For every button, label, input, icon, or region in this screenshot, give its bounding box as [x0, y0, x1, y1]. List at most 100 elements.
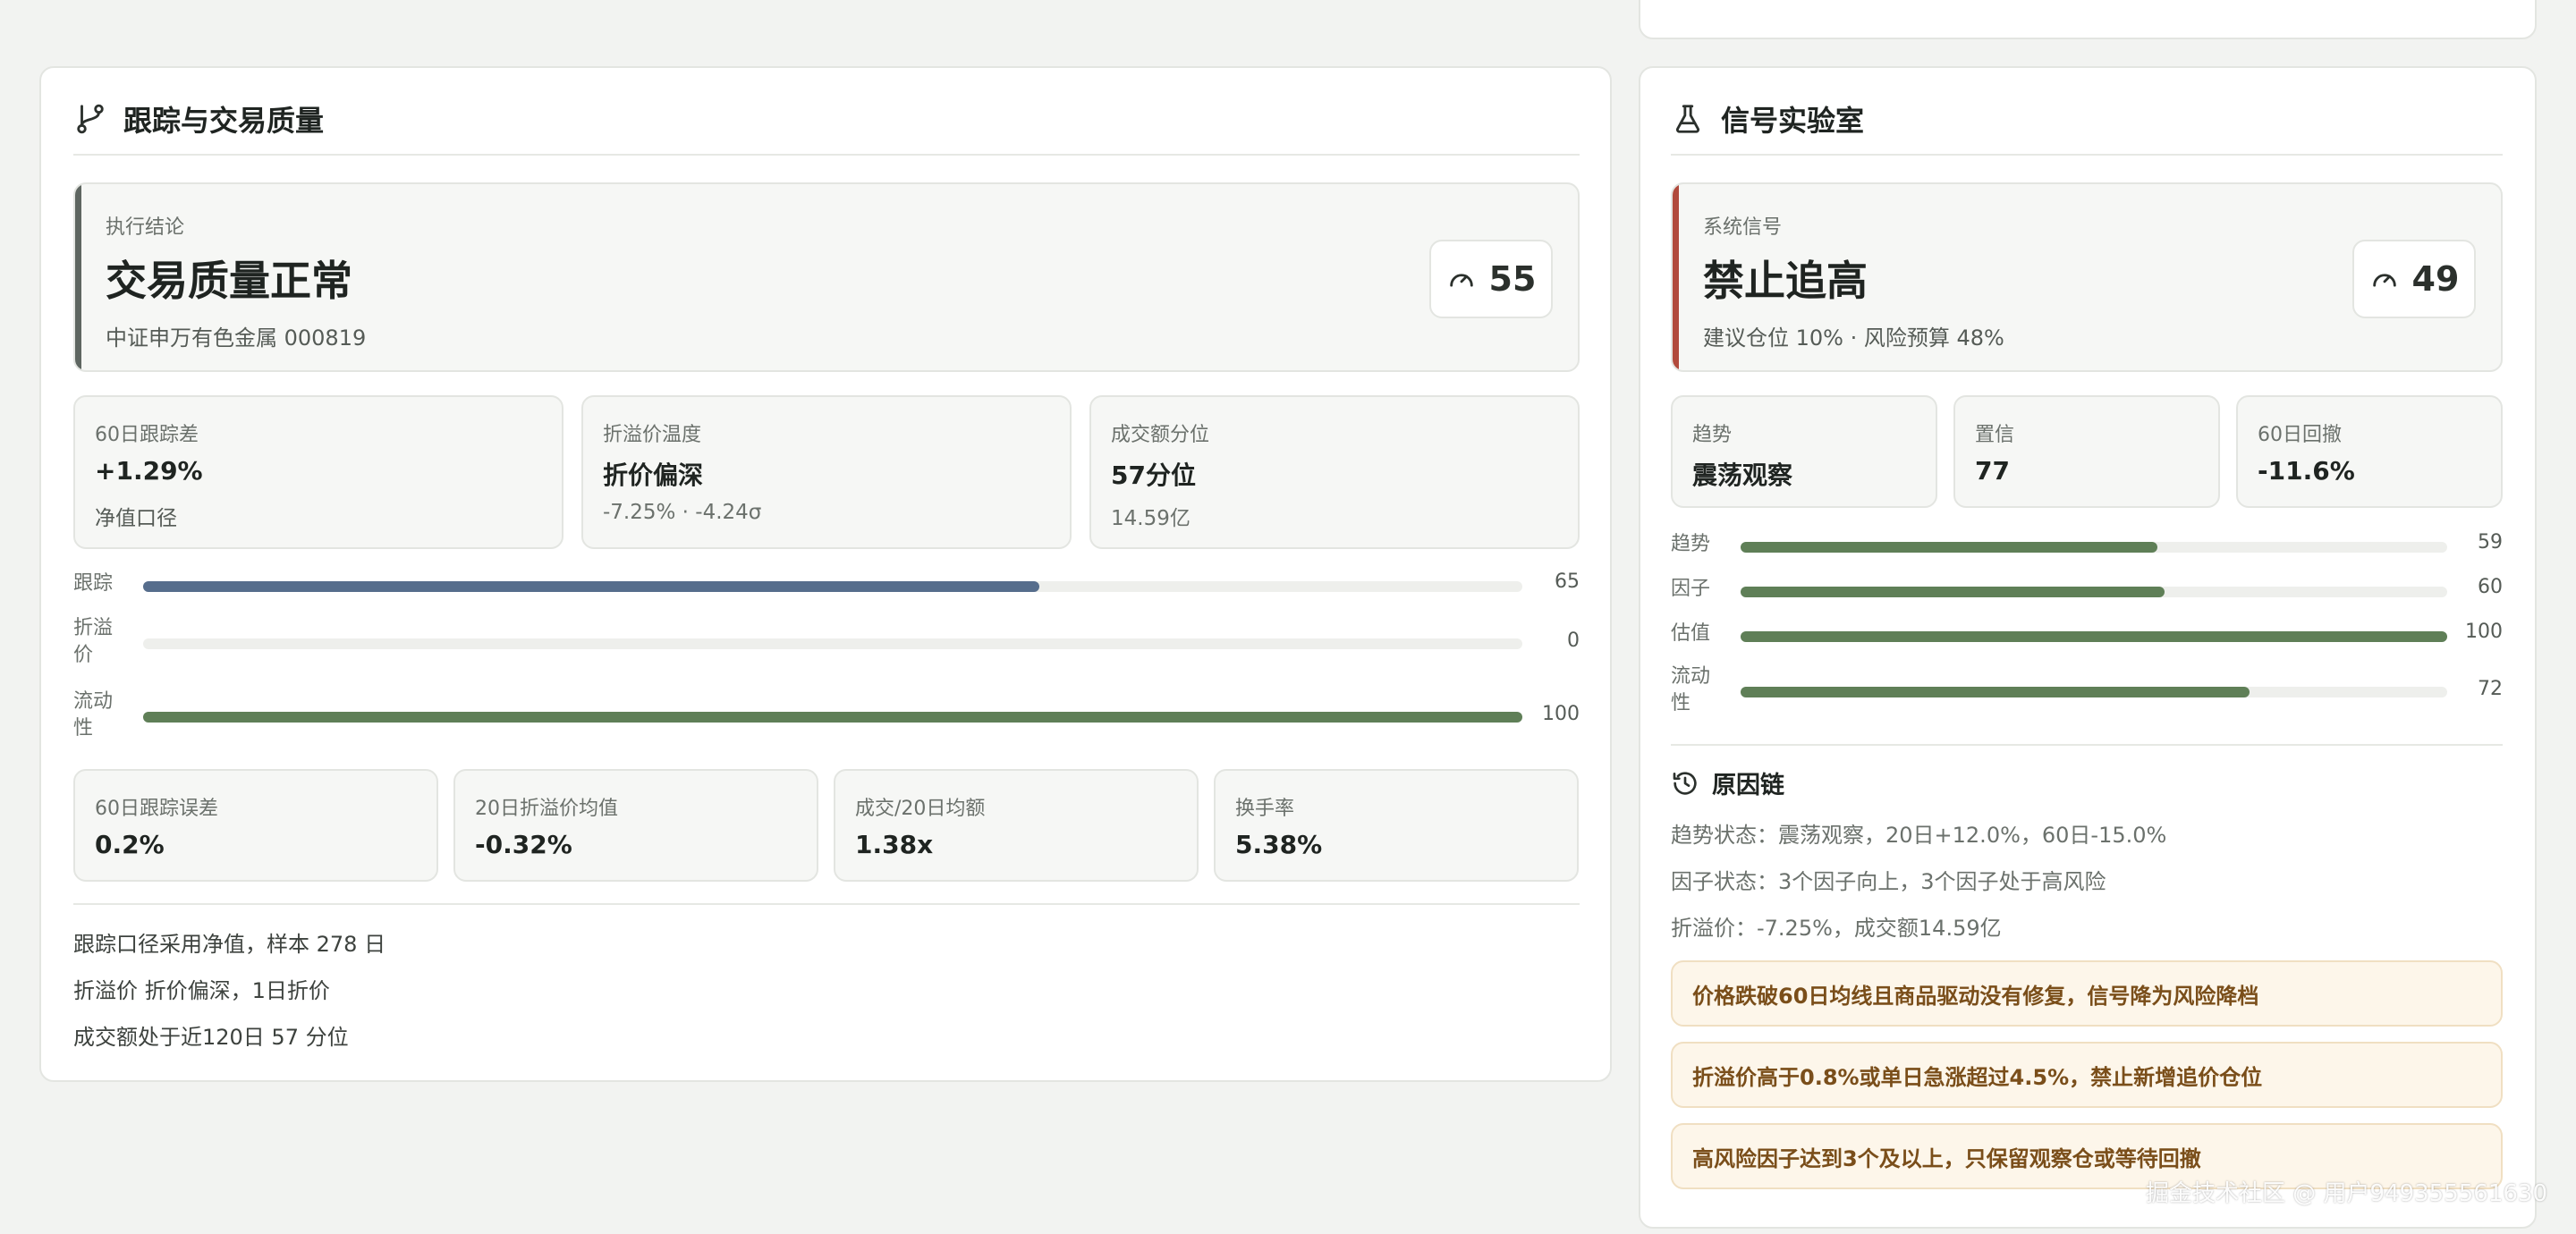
header-divider: [1671, 154, 2503, 156]
bar-label: 流动性: [73, 690, 114, 740]
reason-chain-header: 原因链: [1671, 765, 1784, 800]
reason-line: 折溢价：-7.25%，成交额14.59亿: [1671, 916, 2002, 941]
tracking-panel-header: 跟踪与交易质量: [73, 98, 324, 139]
watermark: 掘金技术社区 @ 用户949355561630: [2145, 1180, 2547, 1207]
gauge-icon: [2372, 274, 2396, 287]
drawdown-card: 60日回撤 -11.6%: [2236, 395, 2503, 508]
metric-value: 折价偏深: [603, 461, 704, 490]
metric-label: 成交额分位: [1111, 424, 1210, 446]
metric-label: 折溢价温度: [603, 424, 702, 446]
stat-label: 20日折溢价均值: [475, 798, 618, 820]
metric-value: +1.29%: [95, 456, 203, 486]
metric-note: -7.25% · -4.24σ: [603, 501, 762, 524]
previous-card-stub: [1639, 0, 2537, 39]
quality-score: 55: [1488, 259, 1537, 299]
reason-chain-title: 原因链: [1712, 772, 1784, 799]
history-icon: [1673, 771, 1697, 795]
bar-label: 折溢价: [73, 617, 114, 666]
premium-temperature-card: 折溢价温度 折价偏深 -7.25% · -4.24σ: [581, 395, 1072, 549]
bar-value: 0: [1567, 630, 1580, 652]
bar-label: 流动性: [1671, 665, 1711, 714]
git-branch-icon: [77, 104, 104, 134]
bar-row-premium: 折溢价 0: [73, 615, 1580, 672]
conclusion-kicker: 执行结论: [106, 216, 185, 239]
bar-row-factor: 因子 60: [1671, 576, 2503, 612]
panel-title: 信号实验室: [1721, 104, 1865, 138]
bar-track: [143, 581, 1522, 592]
signal-score-badge: 49: [2352, 240, 2476, 318]
signal-accent-bar: [1673, 184, 1679, 370]
bar-fill: [143, 581, 1040, 592]
warning-item: 折溢价高于0.8%或单日急涨超过4.5%，禁止新增追价仓位: [1671, 1042, 2503, 1108]
bar-row-tracking: 跟踪 65: [73, 571, 1580, 606]
conclusion-accent-bar: [75, 184, 81, 370]
metric-note: 净值口径: [95, 507, 177, 530]
bar-track: [1741, 687, 2447, 697]
bar-track: [1741, 542, 2447, 553]
metric-value: 震荡观察: [1692, 461, 1793, 490]
metric-label: 趋势: [1692, 424, 1733, 446]
bar-fill: [1741, 587, 2165, 597]
metric-label: 60日回撤: [2258, 424, 2342, 446]
bar-row-valuation: 估值 100: [1671, 621, 2503, 656]
signal-kicker: 系统信号: [1703, 216, 1783, 239]
reason-divider: [1671, 744, 2503, 746]
stat-label: 成交/20日均额: [855, 798, 986, 820]
bar-value: 72: [2478, 678, 2503, 700]
bar-label: 估值: [1671, 622, 1711, 645]
warning-item: 价格跌破60日均线且商品驱动没有修复，信号降为风险降档: [1671, 960, 2503, 1027]
bar-track: [143, 712, 1522, 723]
premium-mean-card: 20日折溢价均值 -0.32%: [453, 769, 818, 882]
bar-track: [1741, 631, 2447, 642]
signal-score: 49: [2411, 259, 2460, 299]
bar-fill: [1741, 631, 2447, 642]
stat-value: 5.38%: [1235, 830, 1323, 859]
tracking-diff-card: 60日跟踪差 +1.29% 净值口径: [73, 395, 564, 549]
bar-value: 100: [1542, 703, 1580, 725]
trend-card: 趋势 震荡观察: [1671, 395, 1937, 508]
reason-line: 趋势状态：震荡观察，20日+12.0%，60日-15.0%: [1671, 823, 2167, 848]
bar-fill: [143, 712, 1522, 723]
reason-line: 因子状态：3个因子向上，3个因子处于高风险: [1671, 869, 2106, 894]
metric-value: 57分位: [1111, 461, 1196, 490]
bar-row-trend: 趋势 59: [1671, 531, 2503, 567]
execution-conclusion-card: 执行结论 交易质量正常 中证申万有色金属 000819 55: [73, 182, 1580, 372]
turnover-ratio-card: 成交/20日均额 1.38x: [834, 769, 1199, 882]
conclusion-index-name: 中证申万有色金属 000819: [106, 325, 367, 351]
bar-label: 因子: [1671, 578, 1711, 600]
turnover-percentile-card: 成交额分位 57分位 14.59亿: [1089, 395, 1580, 549]
bar-value: 60: [2478, 576, 2503, 598]
stat-value: -0.32%: [475, 830, 572, 859]
bar-fill: [1741, 687, 2250, 697]
bar-row-liquidity: 流动性 100: [73, 689, 1580, 746]
metric-label: 60日跟踪差: [95, 424, 199, 446]
stat-label: 60日跟踪误差: [95, 798, 218, 820]
metric-label: 置信: [1975, 424, 2015, 446]
stat-label: 换手率: [1235, 798, 1295, 820]
bar-track: [143, 638, 1522, 649]
confidence-card: 置信 77: [1953, 395, 2220, 508]
signal-position-hint: 建议仓位 10% · 风险预算 48%: [1703, 325, 2004, 351]
panel-title: 跟踪与交易质量: [123, 104, 325, 138]
turnover-rate-card: 换手率 5.38%: [1214, 769, 1579, 882]
bar-fill: [1741, 542, 2158, 553]
tracking-error-card: 60日跟踪误差 0.2%: [73, 769, 438, 882]
system-signal-card: 系统信号 禁止追高 建议仓位 10% · 风险预算 48% 49: [1671, 182, 2503, 372]
bar-row-liquidity: 流动性 72: [1671, 663, 2503, 721]
gauge-icon: [1449, 274, 1473, 287]
flask-icon: [1675, 105, 1700, 133]
footnote-line: 折溢价 折价偏深，1日折价: [73, 978, 330, 1003]
quality-score-badge: 55: [1429, 240, 1553, 318]
stat-value: 1.38x: [855, 830, 934, 859]
bar-value: 100: [2465, 621, 2503, 643]
footnote-line: 跟踪口径采用净值，样本 278 日: [73, 932, 386, 957]
footnote-line: 成交额处于近120日 57 分位: [73, 1025, 349, 1050]
header-divider: [73, 154, 1580, 156]
signal-headline: 禁止追高: [1703, 257, 1868, 305]
metric-value: -11.6%: [2258, 456, 2355, 486]
signal-panel-header: 信号实验室: [1671, 98, 1864, 139]
stat-value: 0.2%: [95, 830, 165, 859]
footnote-divider: [73, 903, 1580, 905]
metric-note: 14.59亿: [1111, 507, 1191, 530]
conclusion-headline: 交易质量正常: [106, 257, 352, 305]
